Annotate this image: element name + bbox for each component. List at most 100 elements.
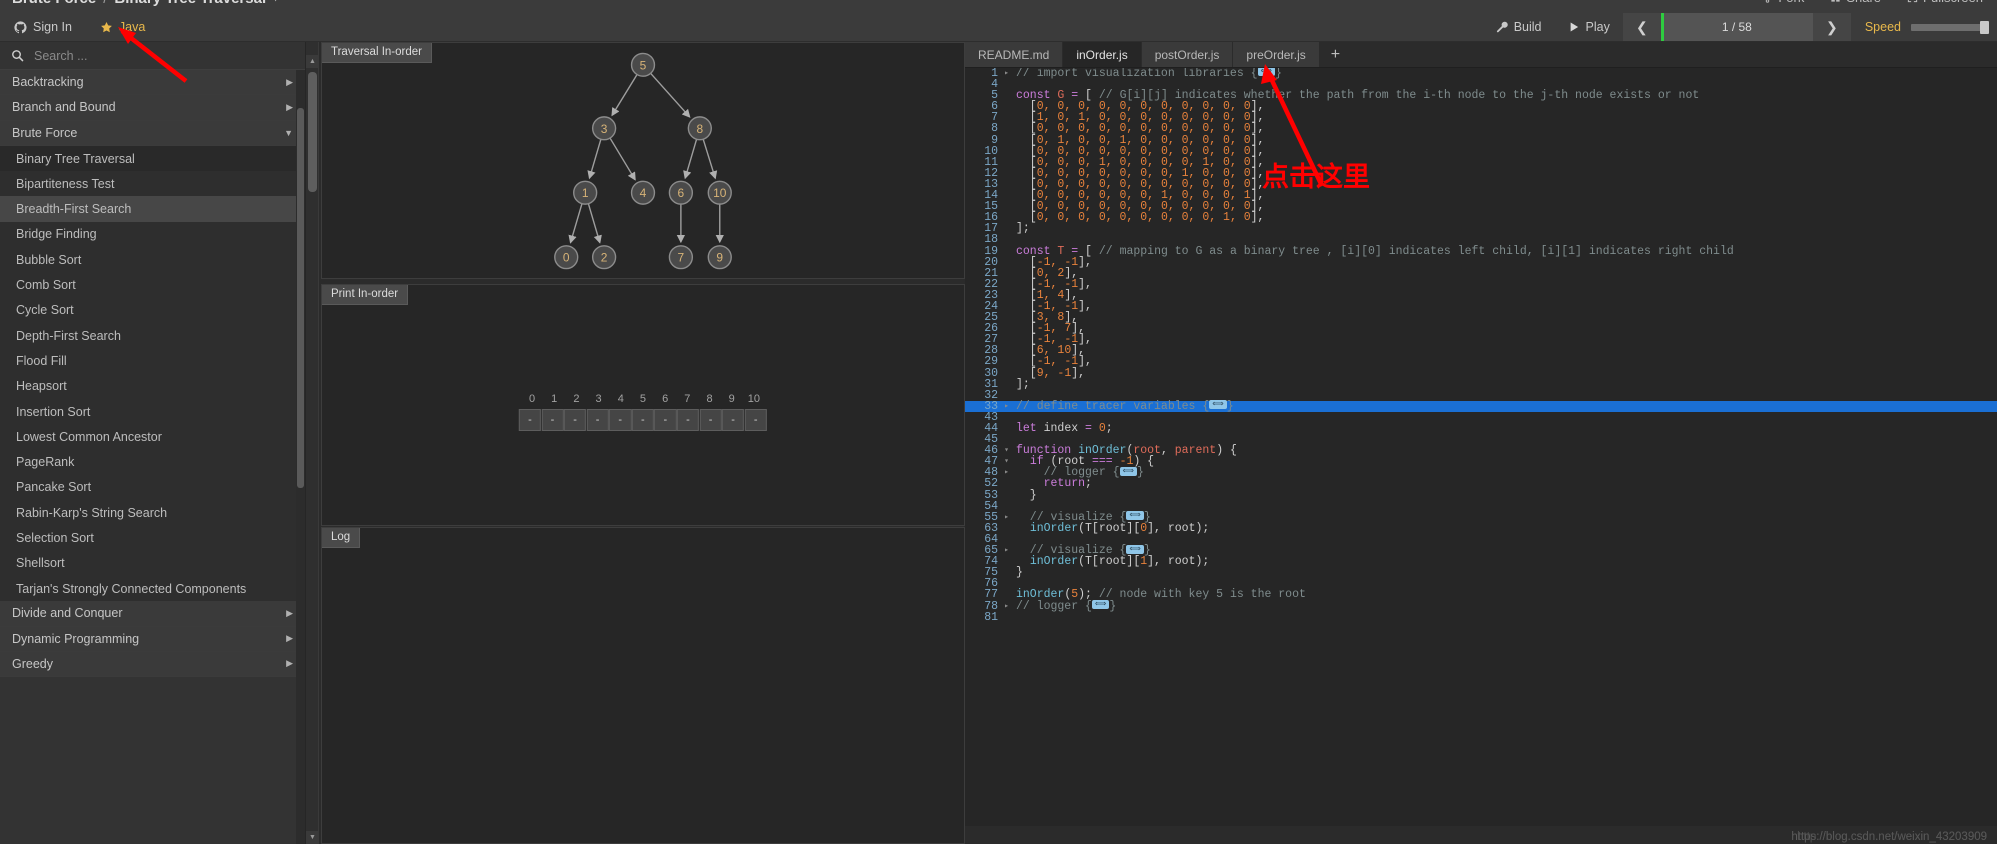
code-line[interactable]: 29 [-1, -1], [965, 356, 1997, 368]
tree-node[interactable]: 8 [687, 116, 712, 141]
sidebar-item-bridge-finding[interactable]: Bridge Finding [0, 221, 305, 248]
code-line[interactable]: 27 [-1, -1], [965, 334, 1997, 346]
sidebar-item-shellsort[interactable]: Shellsort [0, 550, 305, 576]
sidebar-item-binary-tree-traversal[interactable]: Binary Tree Traversal [0, 145, 305, 172]
fork-button[interactable]: Fork [1762, 0, 1804, 5]
speed-slider[interactable] [1911, 20, 1989, 34]
sidebar-item-pagerank[interactable]: PageRank [0, 449, 305, 475]
tree-node[interactable]: 4 [630, 180, 656, 205]
collapsed-region-icon[interactable]: ⟺ [1126, 511, 1144, 521]
search-input[interactable] [34, 48, 294, 63]
chevron-down-icon[interactable]: ▾ [273, 0, 278, 4]
sidebar-item-bipartiteness-test[interactable]: Bipartiteness Test [0, 171, 305, 197]
sidebar-category-dynamic-programming[interactable]: Dynamic Programming ▶ [0, 626, 305, 652]
code-line[interactable]: 48 ▸ // logger {⟺} [965, 466, 1997, 479]
code-line[interactable]: 74 inOrder(T[root][1], root); [965, 556, 1997, 568]
editor-tab-inorder-js[interactable]: inOrder.js [1063, 42, 1142, 67]
array-cell[interactable]: - [631, 409, 654, 431]
collapsed-region-icon[interactable]: ⟺ [1209, 400, 1227, 410]
array-cell[interactable]: - [744, 409, 767, 431]
code-line[interactable]: 52 return; [965, 478, 1997, 490]
tree-node[interactable]: 7 [668, 245, 694, 270]
sidebar-category-greedy[interactable]: Greedy ▶ [0, 651, 305, 678]
sidebar-item-insertion-sort[interactable]: Insertion Sort [0, 398, 305, 425]
array-cell[interactable]: - [722, 409, 745, 431]
code-line[interactable]: 19 const T = [ // mapping to G as a binar… [965, 245, 1997, 257]
sidebar-item-bubble-sort[interactable]: Bubble Sort [0, 247, 305, 273]
fold-toggle-icon[interactable]: ▸ [1002, 401, 1011, 412]
code-line[interactable]: 44 let index = 0; [965, 423, 1997, 435]
code-line[interactable]: 16 [0, 0, 0, 0, 0, 0, 0, 0, 0, 1, 0], [965, 212, 1997, 224]
collapsed-region-icon[interactable]: ⟺ [1119, 466, 1137, 476]
code-line[interactable]: 26 [-1, 7], [965, 323, 1997, 335]
code-line[interactable]: 1 ▸// import visualization libraries {⟺} [965, 68, 1997, 79]
share-button[interactable]: Share [1830, 0, 1881, 5]
tree-node[interactable]: 1 [573, 180, 598, 205]
editor-tab-readme-md[interactable]: README.md [965, 42, 1064, 67]
code-line[interactable]: 75} [965, 567, 1997, 579]
fullscreen-button[interactable]: Fullscreen [1907, 0, 1983, 5]
code-line[interactable]: 77 inOrder(5); // node with key 5 is the … [965, 589, 1997, 601]
editor-tab-postorder-js[interactable]: postOrder.js [1141, 42, 1234, 67]
play-button[interactable]: Play [1555, 13, 1623, 41]
progress-indicator[interactable]: 1 / 58 [1660, 13, 1813, 41]
code-line[interactable]: 63 inOrder(T[root][0], root); [965, 523, 1997, 535]
array-cell[interactable]: - [654, 409, 677, 431]
tree-node[interactable]: 10 [707, 180, 732, 205]
sidebar-item-comb-sort[interactable]: Comb Sort [0, 272, 305, 298]
code-line[interactable]: 20 [-1, -1], [965, 256, 1997, 268]
sidebar-item-tarjan-s-strongly-connected-components[interactable]: Tarjan's Strongly Connected Components [0, 575, 305, 602]
fold-toggle-icon[interactable]: ▾ [1002, 456, 1011, 467]
sidebar-item-lowest-common-ancestor[interactable]: Lowest Common Ancestor [0, 424, 305, 450]
breadcrumb-title[interactable]: Binary Tree Traversal [114, 0, 266, 7]
tree-node[interactable]: 9 [707, 245, 732, 270]
sidebar-category-divide-and-conquer[interactable]: Divide and Conquer ▶ [0, 601, 305, 627]
language-selector[interactable]: Java [86, 13, 159, 41]
array-cell[interactable]: - [518, 409, 542, 431]
code-line[interactable]: 78 ▸// logger {⟺} [965, 599, 1997, 612]
array-cell[interactable]: - [586, 409, 609, 431]
array-cell[interactable]: - [563, 409, 587, 431]
sidebar-item-depth-first-search[interactable]: Depth-First Search [0, 322, 305, 349]
sidebar-scrollbar-thumb[interactable] [297, 108, 304, 488]
code-line[interactable]: 23 [1, 4], [965, 290, 1997, 302]
code-line[interactable]: 43 [965, 412, 1997, 424]
code-line[interactable]: 24 [-1, -1], [965, 301, 1997, 313]
tree-node[interactable]: 2 [591, 245, 617, 270]
next-step-button[interactable]: ❯ [1812, 13, 1851, 41]
tree-node[interactable]: 3 [591, 116, 617, 141]
sidebar-category-backtracking[interactable]: Backtracking ▶ [0, 70, 305, 96]
visualization-scrollbar-thumb[interactable] [308, 72, 317, 192]
array-cell[interactable]: - [541, 409, 564, 431]
code-line[interactable]: 30 [9, -1], [965, 367, 1997, 379]
array-cell[interactable]: - [699, 409, 722, 431]
collapsed-region-icon[interactable]: ⟺ [1126, 544, 1144, 554]
code-line[interactable]: 33 ▸// define tracer variables {⟺} [965, 400, 1997, 412]
fold-toggle-icon[interactable]: ▸ [1002, 601, 1011, 612]
sidebar-item-heapsort[interactable]: Heapsort [0, 373, 305, 399]
tree-node[interactable]: 0 [554, 245, 579, 270]
code-line[interactable]: 25 [3, 8], [965, 312, 1997, 324]
sidebar-category-branch-and-bound[interactable]: Branch and Bound ▶ [0, 95, 305, 121]
visualization-scrollbar[interactable]: ▲ ▼ [306, 42, 319, 844]
code-line[interactable]: 28 [6, 10], [965, 345, 1997, 357]
add-tab-button[interactable]: + [1319, 42, 1353, 67]
scroll-up-icon[interactable]: ▲ [306, 55, 319, 68]
fold-toggle-icon[interactable]: ▾ [1002, 445, 1011, 456]
tree-node[interactable]: 5 [630, 52, 656, 77]
code-line[interactable]: 81 [965, 611, 1997, 623]
build-button[interactable]: Build [1483, 13, 1555, 41]
sidebar-item-selection-sort[interactable]: Selection Sort [0, 525, 305, 551]
sidebar-item-flood-fill[interactable]: Flood Fill [0, 348, 305, 374]
fold-toggle-icon[interactable]: ▸ [1002, 467, 1011, 478]
tree-node[interactable]: 6 [668, 180, 694, 205]
code-line[interactable]: 22 [-1, -1], [965, 278, 1997, 290]
fold-toggle-icon[interactable]: ▸ [1002, 68, 1011, 79]
array-cell[interactable]: - [676, 409, 700, 431]
sidebar-item-rabin-karp-s-string-search[interactable]: Rabin-Karp's String Search [0, 500, 305, 526]
code-line[interactable]: 53 } [965, 489, 1997, 501]
sidebar-category-brute-force[interactable]: Brute Force ▼ [0, 120, 305, 146]
code-line[interactable]: 17]; [965, 223, 1997, 235]
collapsed-region-icon[interactable]: ⟺ [1091, 599, 1110, 609]
array-cell[interactable]: - [609, 409, 632, 431]
